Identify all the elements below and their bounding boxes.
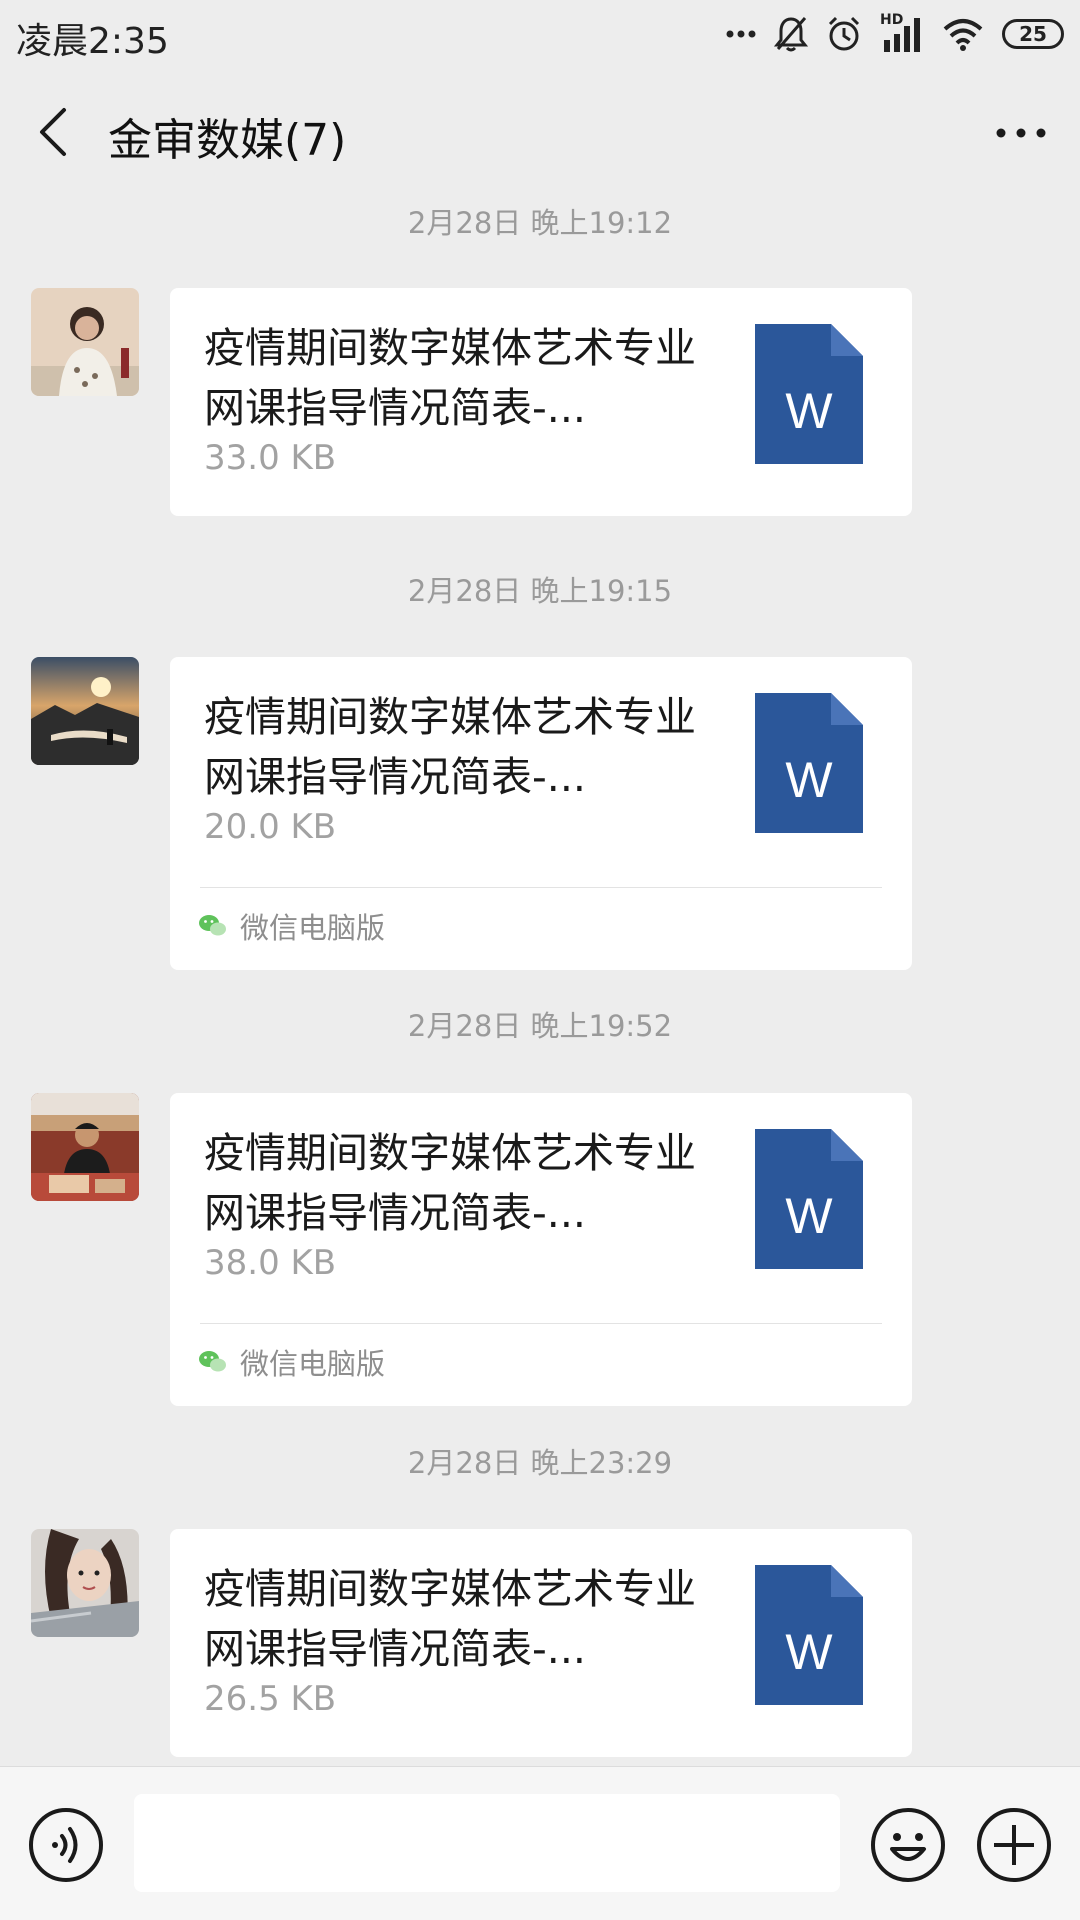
message-input[interactable] — [134, 1794, 840, 1892]
message-list: 2月28日 晚上19:12 疫情期间数字媒体艺术专业网课指导情况简表-... 3… — [0, 196, 1080, 1766]
wechat-icon — [199, 915, 226, 936]
sender-avatar[interactable] — [31, 1529, 139, 1637]
file-size: 20.0 KB — [204, 807, 337, 847]
file-message-bubble[interactable]: 疫情期间数字媒体艺术专业网课指导情况简表-... 38.0 KB W 微信电脑版 — [170, 1093, 912, 1406]
word-document-icon: W — [755, 1129, 863, 1269]
status-time: 凌晨2:35 — [16, 21, 169, 62]
signal-strength-icon: HD — [880, 12, 924, 54]
chevron-left-icon — [40, 108, 66, 156]
more-notifications-icon — [726, 30, 756, 38]
file-name: 疫情期间数字媒体艺术专业网课指导情况简表-... — [204, 324, 696, 432]
word-icon-letter: W — [785, 1188, 833, 1244]
file-size: 38.0 KB — [204, 1243, 337, 1283]
message-timestamp: 2月28日 晚上19:12 — [407, 206, 673, 240]
message-timestamp: 2月28日 晚上19:52 — [407, 1009, 673, 1043]
file-size: 33.0 KB — [204, 438, 337, 478]
word-document-icon: W — [755, 693, 863, 833]
word-icon-letter: W — [785, 383, 833, 439]
word-icon-letter: W — [785, 752, 833, 808]
plus-icon — [977, 1808, 1051, 1882]
word-document-icon: W — [755, 324, 863, 464]
emoji-icon — [871, 1808, 945, 1882]
sender-avatar[interactable] — [31, 657, 139, 765]
file-message-bubble[interactable]: 疫情期间数字媒体艺术专业网课指导情况简表-... 26.5 KB W — [170, 1529, 912, 1757]
voice-icon — [29, 1808, 103, 1882]
more-functions-button[interactable] — [976, 1807, 1052, 1883]
mute-bell-icon — [774, 17, 808, 52]
file-message-bubble[interactable]: 疫情期间数字媒体艺术专业网课指导情况简表-... 20.0 KB W 微信电脑版 — [170, 657, 912, 970]
more-dots-icon — [996, 128, 1046, 138]
message-timestamp: 2月28日 晚上19:15 — [407, 574, 673, 608]
file-name: 疫情期间数字媒体艺术专业网课指导情况简表-... — [204, 1565, 696, 1673]
back-button[interactable] — [30, 102, 80, 162]
source-row: 微信电脑版 — [198, 1341, 385, 1383]
word-icon-letter: W — [785, 1624, 833, 1680]
voice-button[interactable] — [28, 1807, 104, 1883]
emoji-button[interactable] — [870, 1807, 946, 1883]
chat-header: 金审数媒(7) — [0, 70, 1080, 196]
more-button[interactable] — [994, 118, 1048, 148]
source-divider — [200, 1323, 882, 1324]
chat-input-bar — [0, 1766, 1080, 1920]
status-icons: HD 25 — [726, 12, 1064, 54]
file-message-bubble[interactable]: 疫情期间数字媒体艺术专业网课指导情况简表-... 33.0 KB W — [170, 288, 912, 516]
battery-indicator: 25 — [1002, 19, 1064, 49]
alarm-icon — [828, 16, 860, 51]
source-divider — [200, 887, 882, 888]
file-size: 26.5 KB — [204, 1679, 337, 1719]
word-document-icon: W — [755, 1565, 863, 1705]
wechat-icon — [199, 1351, 226, 1372]
message-timestamp: 2月28日 晚上23:29 — [407, 1446, 673, 1480]
source-label: 微信电脑版 — [240, 911, 386, 945]
file-name: 疫情期间数字媒体艺术专业网课指导情况简表-... — [204, 1129, 696, 1237]
file-name: 疫情期间数字媒体艺术专业网课指导情况简表-... — [204, 693, 696, 801]
status-bar: 凌晨2:35 HD 25 — [0, 0, 1080, 70]
source-row: 微信电脑版 — [198, 905, 385, 947]
source-label: 微信电脑版 — [240, 1347, 386, 1381]
wifi-icon — [943, 19, 983, 51]
chat-title: 金审数媒(7) — [108, 115, 347, 166]
sender-avatar[interactable] — [31, 1093, 139, 1201]
sender-avatar[interactable] — [31, 288, 139, 396]
